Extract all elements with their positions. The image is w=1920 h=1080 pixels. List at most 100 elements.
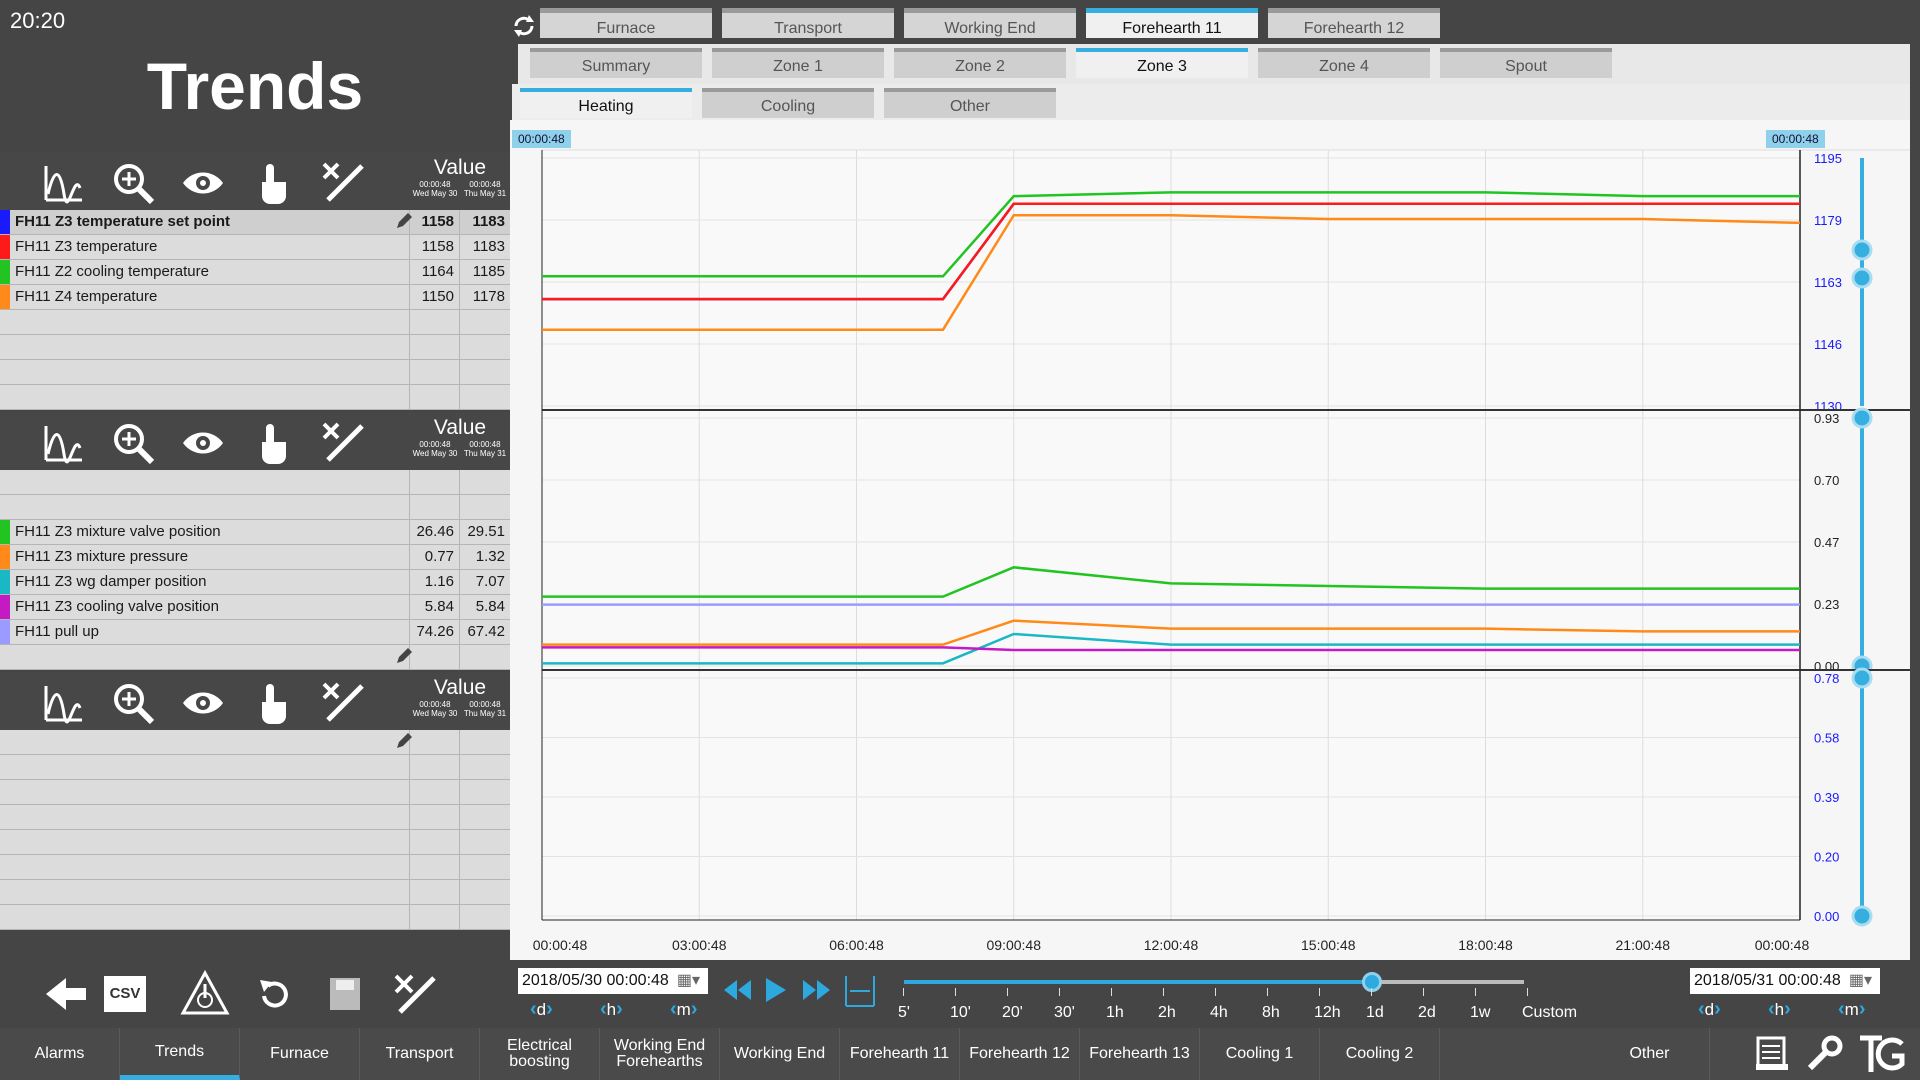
scale-option[interactable]: 30' xyxy=(1054,1004,1075,1022)
touch-icon[interactable] xyxy=(250,420,296,466)
calendar-icon[interactable]: ▦▾ xyxy=(1849,968,1872,994)
tab-summary[interactable]: Summary xyxy=(530,48,702,78)
fit-range-icon[interactable] xyxy=(842,974,878,1008)
refresh-icon[interactable] xyxy=(510,12,538,40)
report-icon[interactable] xyxy=(1752,1034,1792,1074)
start-date-field[interactable]: 2018/05/30 00:00:48 ▦▾ xyxy=(518,968,708,994)
pen-row[interactable] xyxy=(0,905,510,930)
time-scale-slider-knob[interactable] xyxy=(1362,972,1382,992)
touch-icon[interactable] xyxy=(250,680,296,726)
pen-row[interactable] xyxy=(0,780,510,805)
scale-option[interactable]: 8h xyxy=(1262,1004,1280,1022)
pen-row[interactable] xyxy=(0,310,510,335)
pen-row[interactable] xyxy=(0,335,510,360)
eye-icon[interactable] xyxy=(180,160,226,206)
nav-furnace[interactable]: Furnace xyxy=(240,1028,360,1080)
pen-row[interactable] xyxy=(0,360,510,385)
wrench-icon[interactable] xyxy=(1804,1034,1844,1074)
nav-trends[interactable]: Trends xyxy=(120,1028,240,1080)
trend-icon[interactable] xyxy=(40,420,86,466)
trend-icon[interactable] xyxy=(40,680,86,726)
back-arrow-icon[interactable] xyxy=(44,974,88,1014)
pen-row[interactable] xyxy=(0,470,510,495)
clear-pens-icon[interactable] xyxy=(320,420,366,466)
pen-row[interactable] xyxy=(0,855,510,880)
y-range-handle[interactable] xyxy=(1851,267,1873,289)
eye-icon[interactable] xyxy=(180,680,226,726)
tab-zone-3[interactable]: Zone 3 xyxy=(1076,48,1248,78)
y-range-handle[interactable] xyxy=(1851,667,1873,689)
tab-zone-4[interactable]: Zone 4 xyxy=(1258,48,1430,78)
y-range-handle[interactable] xyxy=(1851,407,1873,429)
step-h-control[interactable]: ‹h› xyxy=(1768,998,1791,1021)
nav-cooling-2[interactable]: Cooling 2 xyxy=(1320,1028,1440,1080)
tab-spout[interactable]: Spout xyxy=(1440,48,1612,78)
pen-row[interactable]: FH11 Z3 cooling valve position 5.84 5.84 xyxy=(0,595,510,620)
scale-option[interactable]: 12h xyxy=(1314,1004,1341,1022)
nav-forehearth-11[interactable]: Forehearth 11 xyxy=(840,1028,960,1080)
pen-row[interactable] xyxy=(0,830,510,855)
alarm-warning-icon[interactable] xyxy=(180,969,230,1016)
pen-row[interactable]: FH11 Z3 temperature 1158 1183 xyxy=(0,235,510,260)
rewind-icon[interactable] xyxy=(722,978,752,1002)
y-range-handle[interactable] xyxy=(1851,239,1873,261)
step-d-control[interactable]: ‹d› xyxy=(530,998,553,1021)
clear-pens-icon[interactable] xyxy=(390,970,440,1016)
nav-cooling-1[interactable]: Cooling 1 xyxy=(1200,1028,1320,1080)
step-m-control[interactable]: ‹m› xyxy=(670,998,698,1021)
scale-option[interactable]: 10' xyxy=(950,1004,971,1022)
save-icon[interactable] xyxy=(328,976,362,1012)
trend-icon[interactable] xyxy=(40,160,86,206)
edit-pencil-icon[interactable] xyxy=(394,733,412,751)
nav-working-end-forehearths[interactable]: Working End Forehearths xyxy=(600,1028,720,1080)
scale-option[interactable]: 1w xyxy=(1470,1004,1490,1022)
calendar-icon[interactable]: ▦▾ xyxy=(677,968,700,994)
pen-row[interactable]: FH11 Z4 temperature 1150 1178 xyxy=(0,285,510,310)
trend-chart[interactable]: 00:00:48 03:00:48 06:00:48 09:00:48 12:00:48… xyxy=(510,120,1910,960)
csv-export-button[interactable]: CSV xyxy=(104,976,146,1012)
pen-row[interactable] xyxy=(0,385,510,410)
end-date-field[interactable]: 2018/05/31 00:00:48 ▦▾ xyxy=(1690,968,1880,994)
undo-icon[interactable] xyxy=(256,974,292,1014)
pen-row[interactable]: FH11 Z2 cooling temperature 1164 1185 xyxy=(0,260,510,285)
scale-option[interactable]: 5' xyxy=(898,1004,910,1022)
scale-option[interactable]: 20' xyxy=(1002,1004,1023,1022)
pen-row[interactable] xyxy=(0,645,510,670)
pen-row[interactable] xyxy=(0,880,510,905)
tab-transport[interactable]: Transport xyxy=(722,8,894,38)
tab-zone-1[interactable]: Zone 1 xyxy=(712,48,884,78)
pen-row[interactable]: FH11 Z3 wg damper position 1.16 7.07 xyxy=(0,570,510,595)
zoom-icon[interactable] xyxy=(110,420,156,466)
tab-other[interactable]: Other xyxy=(884,88,1056,118)
step-d-control[interactable]: ‹d› xyxy=(1698,998,1721,1021)
scale-option[interactable]: 2d xyxy=(1418,1004,1436,1022)
clear-pens-icon[interactable] xyxy=(320,160,366,206)
y-range-handle[interactable] xyxy=(1851,905,1873,927)
edit-pencil-icon[interactable] xyxy=(394,648,412,666)
pen-row[interactable]: FH11 Z3 mixture pressure 0.77 1.32 xyxy=(0,545,510,570)
nav-transport[interactable]: Transport xyxy=(360,1028,480,1080)
tab-heating[interactable]: Heating xyxy=(520,88,692,118)
tab-furnace[interactable]: Furnace xyxy=(540,8,712,38)
nav-electrical-boosting[interactable]: Electrical boosting xyxy=(480,1028,600,1080)
fast-forward-icon[interactable] xyxy=(802,978,832,1002)
nav-forehearth-13[interactable]: Forehearth 13 xyxy=(1080,1028,1200,1080)
scale-option[interactable]: 4h xyxy=(1210,1004,1228,1022)
zoom-icon[interactable] xyxy=(110,160,156,206)
edit-pencil-icon[interactable] xyxy=(394,213,412,231)
tab-forehearth-12[interactable]: Forehearth 12 xyxy=(1268,8,1440,38)
pen-row[interactable]: FH11 Z3 mixture valve position 26.46 29.51 xyxy=(0,520,510,545)
nav-other[interactable]: Other xyxy=(1590,1028,1710,1080)
pen-row[interactable] xyxy=(0,755,510,780)
nav-forehearth-12[interactable]: Forehearth 12 xyxy=(960,1028,1080,1080)
scale-option[interactable]: Custom xyxy=(1522,1004,1577,1022)
tab-cooling[interactable]: Cooling xyxy=(702,88,874,118)
step-h-control[interactable]: ‹h› xyxy=(600,998,623,1021)
scale-option[interactable]: 1d xyxy=(1366,1004,1384,1022)
tab-zone-2[interactable]: Zone 2 xyxy=(894,48,1066,78)
pen-row[interactable] xyxy=(0,805,510,830)
pen-row[interactable] xyxy=(0,495,510,520)
pen-row[interactable]: FH11 Z3 temperature set point 1158 1183 xyxy=(0,210,510,235)
eye-icon[interactable] xyxy=(180,420,226,466)
nav-alarms[interactable]: Alarms xyxy=(0,1028,120,1080)
